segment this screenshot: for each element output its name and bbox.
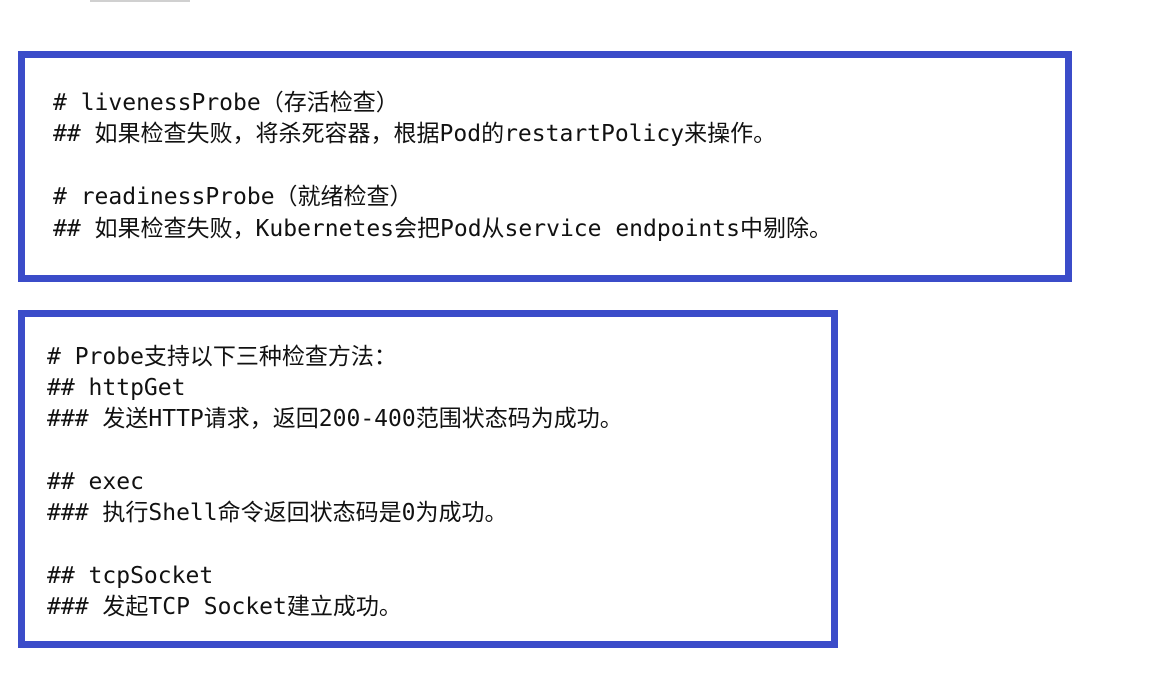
cropped-heading-fragment: [90, 0, 190, 2]
tcpsocket-method-description: ### 发起TCP Socket建立成功。: [47, 594, 402, 620]
readiness-probe-description: ## 如果检查失败，Kubernetes会把Pod从service endpoi…: [53, 216, 832, 242]
exec-method-heading: ## exec: [47, 469, 144, 495]
liveness-probe-description: ## 如果检查失败，将杀死容器，根据Pod的restartPolicy来操作。: [53, 121, 777, 147]
httpget-method-description: ### 发送HTTP请求，返回200-400范围状态码为成功。: [47, 406, 623, 432]
probe-types-box: # livenessProbe（存活检查） ## 如果检查失败，将杀死容器，根据…: [18, 51, 1072, 282]
probe-methods-heading: # Probe支持以下三种检查方法：: [47, 344, 397, 370]
probe-methods-box: # Probe支持以下三种检查方法： ## httpGet ### 发送HTTP…: [18, 310, 838, 648]
readiness-probe-heading: # readinessProbe（就绪检查）: [53, 184, 413, 210]
tcpsocket-method-heading: ## tcpSocket: [47, 563, 214, 589]
httpget-method-heading: ## httpGet: [47, 375, 186, 401]
exec-method-description: ### 执行Shell命令返回状态码是0为成功。: [47, 500, 508, 526]
liveness-probe-heading: # livenessProbe（存活检查）: [53, 90, 399, 116]
